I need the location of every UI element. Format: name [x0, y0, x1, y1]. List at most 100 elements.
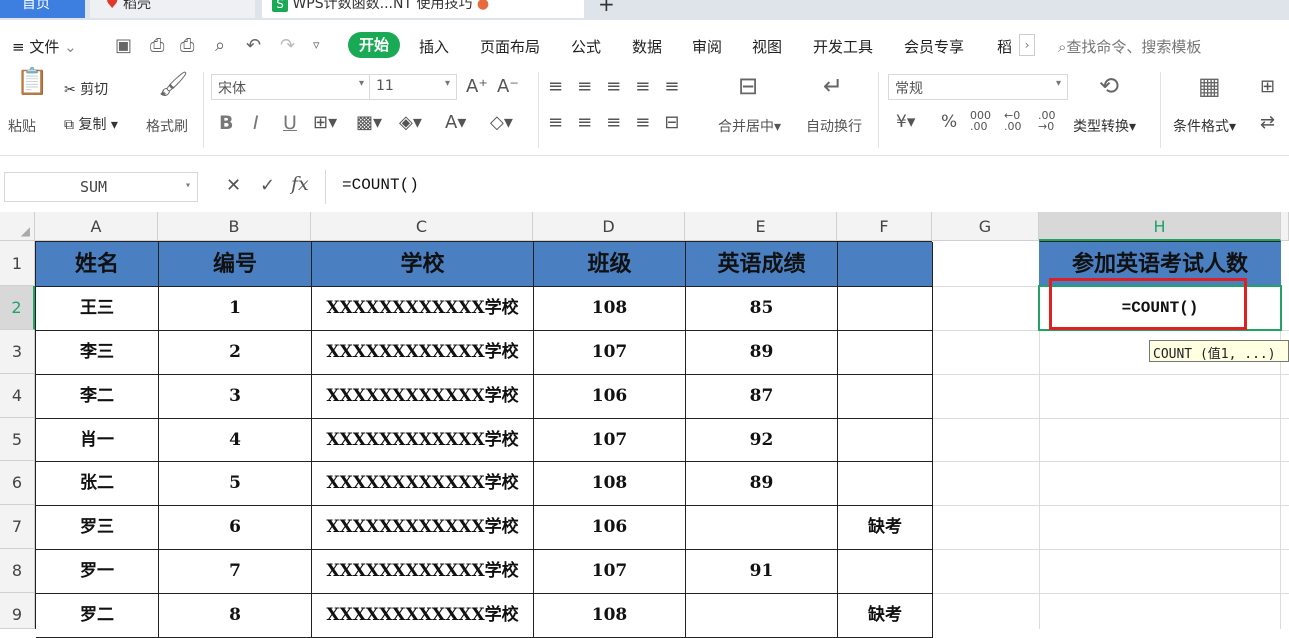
- cell-c4[interactable]: XXXXXXXXXXXX学校: [312, 375, 534, 419]
- cell-e9[interactable]: [686, 594, 838, 638]
- cell-e6[interactable]: 89: [686, 462, 838, 506]
- cell-b1[interactable]: 编号: [159, 242, 312, 287]
- conditional-format-button[interactable]: 条件格式▾: [1173, 116, 1236, 136]
- tab-view[interactable]: 视图: [752, 36, 782, 57]
- cell-b9[interactable]: 8: [159, 594, 312, 638]
- font-name-select[interactable]: 宋体 ▾: [211, 74, 371, 100]
- type-convert-button[interactable]: 类型转换▾: [1073, 116, 1136, 136]
- italic-icon[interactable]: I: [253, 112, 259, 134]
- tab-docer[interactable]: ♥ 稻壳: [90, 0, 255, 18]
- column-header-b[interactable]: B: [158, 212, 311, 241]
- undo-icon[interactable]: ↶: [246, 36, 261, 56]
- tab-developer[interactable]: 开发工具: [813, 36, 873, 57]
- cell-b7[interactable]: 6: [159, 506, 312, 550]
- cell-e7[interactable]: [686, 506, 838, 550]
- print-preview-icon[interactable]: ⌕: [215, 36, 225, 56]
- tab-docer-more[interactable]: 稻: [997, 36, 1017, 57]
- column-header-i[interactable]: [1281, 212, 1289, 241]
- tab-page-layout[interactable]: 页面布局: [480, 36, 540, 57]
- cell-d5[interactable]: 107: [534, 419, 686, 462]
- print-icon[interactable]: ⎙: [180, 36, 194, 56]
- cell-d7[interactable]: 106: [534, 506, 686, 550]
- cell-b4[interactable]: 3: [159, 375, 312, 419]
- row-header-7[interactable]: 7: [0, 505, 35, 549]
- cell-a1[interactable]: 姓名: [36, 242, 159, 287]
- percent-icon[interactable]: %: [941, 112, 957, 132]
- cell-b8[interactable]: 7: [159, 550, 312, 594]
- cell-a2[interactable]: 王三: [36, 287, 159, 331]
- row-header-9[interactable]: 9: [0, 593, 35, 629]
- currency-icon[interactable]: ¥▾: [896, 112, 915, 132]
- row-header-8[interactable]: 8: [0, 549, 35, 593]
- underline-icon[interactable]: U: [283, 112, 297, 134]
- cut-button[interactable]: ✂ 剪切: [64, 79, 108, 99]
- decrease-decimal-icon[interactable]: .00 →0: [1038, 110, 1056, 132]
- cell-d8[interactable]: 107: [534, 550, 686, 594]
- cell-f3[interactable]: [838, 331, 933, 375]
- copy-button[interactable]: ⧉ 复制 ▾: [64, 114, 118, 134]
- redo-icon[interactable]: ↷: [280, 36, 295, 56]
- export-pdf-icon[interactable]: ⎙: [150, 36, 164, 56]
- cell-f8[interactable]: [838, 550, 933, 594]
- styles-icon[interactable]: ⊞: [1260, 76, 1275, 97]
- conditional-format-icon[interactable]: ▦: [1198, 74, 1221, 98]
- tab-data[interactable]: 数据: [632, 36, 662, 57]
- format-painter-icon[interactable]: 🖌: [158, 72, 188, 96]
- column-header-c[interactable]: C: [311, 212, 533, 241]
- new-tab-button[interactable]: +: [598, 0, 620, 18]
- cell-a5[interactable]: 肖一: [36, 419, 159, 462]
- tab-review[interactable]: 审阅: [692, 36, 722, 57]
- column-header-f[interactable]: F: [837, 212, 932, 241]
- wrap-text-button[interactable]: 自动换行: [806, 116, 862, 136]
- cell-e1[interactable]: 英语成绩: [686, 242, 838, 287]
- cell-a4[interactable]: 李二: [36, 375, 159, 419]
- cell-a8[interactable]: 罗一: [36, 550, 159, 594]
- file-menu[interactable]: ≡ 文件 ⌄: [12, 36, 77, 57]
- column-header-d[interactable]: D: [533, 212, 685, 241]
- clear-format-icon[interactable]: ◇▾: [490, 112, 513, 133]
- merge-center-icon[interactable]: ⊟: [738, 74, 758, 98]
- cell-f1[interactable]: [838, 242, 933, 287]
- tab-home[interactable]: 首页: [0, 0, 85, 18]
- shading-icon[interactable]: ▩▾: [356, 112, 382, 133]
- font-grow-icon[interactable]: A⁺: [466, 76, 488, 97]
- row-header-3[interactable]: 3: [0, 330, 35, 374]
- save-icon[interactable]: ▣: [115, 36, 132, 56]
- column-header-g[interactable]: G: [932, 212, 1039, 241]
- fill-color-icon[interactable]: ◈▾: [399, 112, 422, 133]
- font-color-icon[interactable]: A▾: [445, 112, 466, 133]
- thousands-icon[interactable]: 000.00: [970, 110, 991, 132]
- row-header-1[interactable]: 1: [0, 241, 35, 286]
- wrap-text-icon[interactable]: ↵: [823, 74, 843, 98]
- column-header-h[interactable]: H: [1039, 212, 1281, 241]
- font-shrink-icon[interactable]: A⁻: [497, 76, 519, 97]
- tab-insert[interactable]: 插入: [419, 36, 449, 57]
- formula-input[interactable]: =COUNT(): [325, 170, 1289, 204]
- horizontal-align-icons[interactable]: ≡≡≡≡⊟: [548, 112, 693, 133]
- cell-d9[interactable]: 108: [534, 594, 686, 638]
- paste-button[interactable]: 粘贴: [8, 116, 36, 136]
- cell-e4[interactable]: 87: [686, 375, 838, 419]
- cell-d6[interactable]: 108: [534, 462, 686, 506]
- tab-member[interactable]: 会员专享: [904, 36, 964, 57]
- vertical-align-icons[interactable]: ≡≡≡≡≡: [548, 76, 693, 97]
- cell-f7[interactable]: 缺考: [838, 506, 933, 550]
- cell-a3[interactable]: 李三: [36, 331, 159, 375]
- cell-c1[interactable]: 学校: [312, 242, 534, 287]
- row-header-4[interactable]: 4: [0, 374, 35, 418]
- border-icon[interactable]: ⊞▾: [313, 112, 337, 133]
- row-header-6[interactable]: 6: [0, 461, 35, 505]
- cell-d3[interactable]: 107: [534, 331, 686, 375]
- cell-b3[interactable]: 2: [159, 331, 312, 375]
- cell-f4[interactable]: [838, 375, 933, 419]
- cancel-icon[interactable]: ✕: [226, 175, 241, 196]
- increase-decimal-icon[interactable]: ←0.00: [1004, 110, 1022, 132]
- cell-c2[interactable]: XXXXXXXXXXXX学校: [312, 287, 534, 331]
- name-box[interactable]: SUM ▾: [4, 172, 198, 202]
- font-size-select[interactable]: 11 ▾: [369, 74, 457, 100]
- merge-center-button[interactable]: 合并居中▾: [718, 116, 781, 136]
- cell-f2[interactable]: [838, 287, 933, 331]
- select-all-corner[interactable]: ◢: [0, 212, 35, 241]
- cell-c7[interactable]: XXXXXXXXXXXX学校: [312, 506, 534, 550]
- cell-e3[interactable]: 89: [686, 331, 838, 375]
